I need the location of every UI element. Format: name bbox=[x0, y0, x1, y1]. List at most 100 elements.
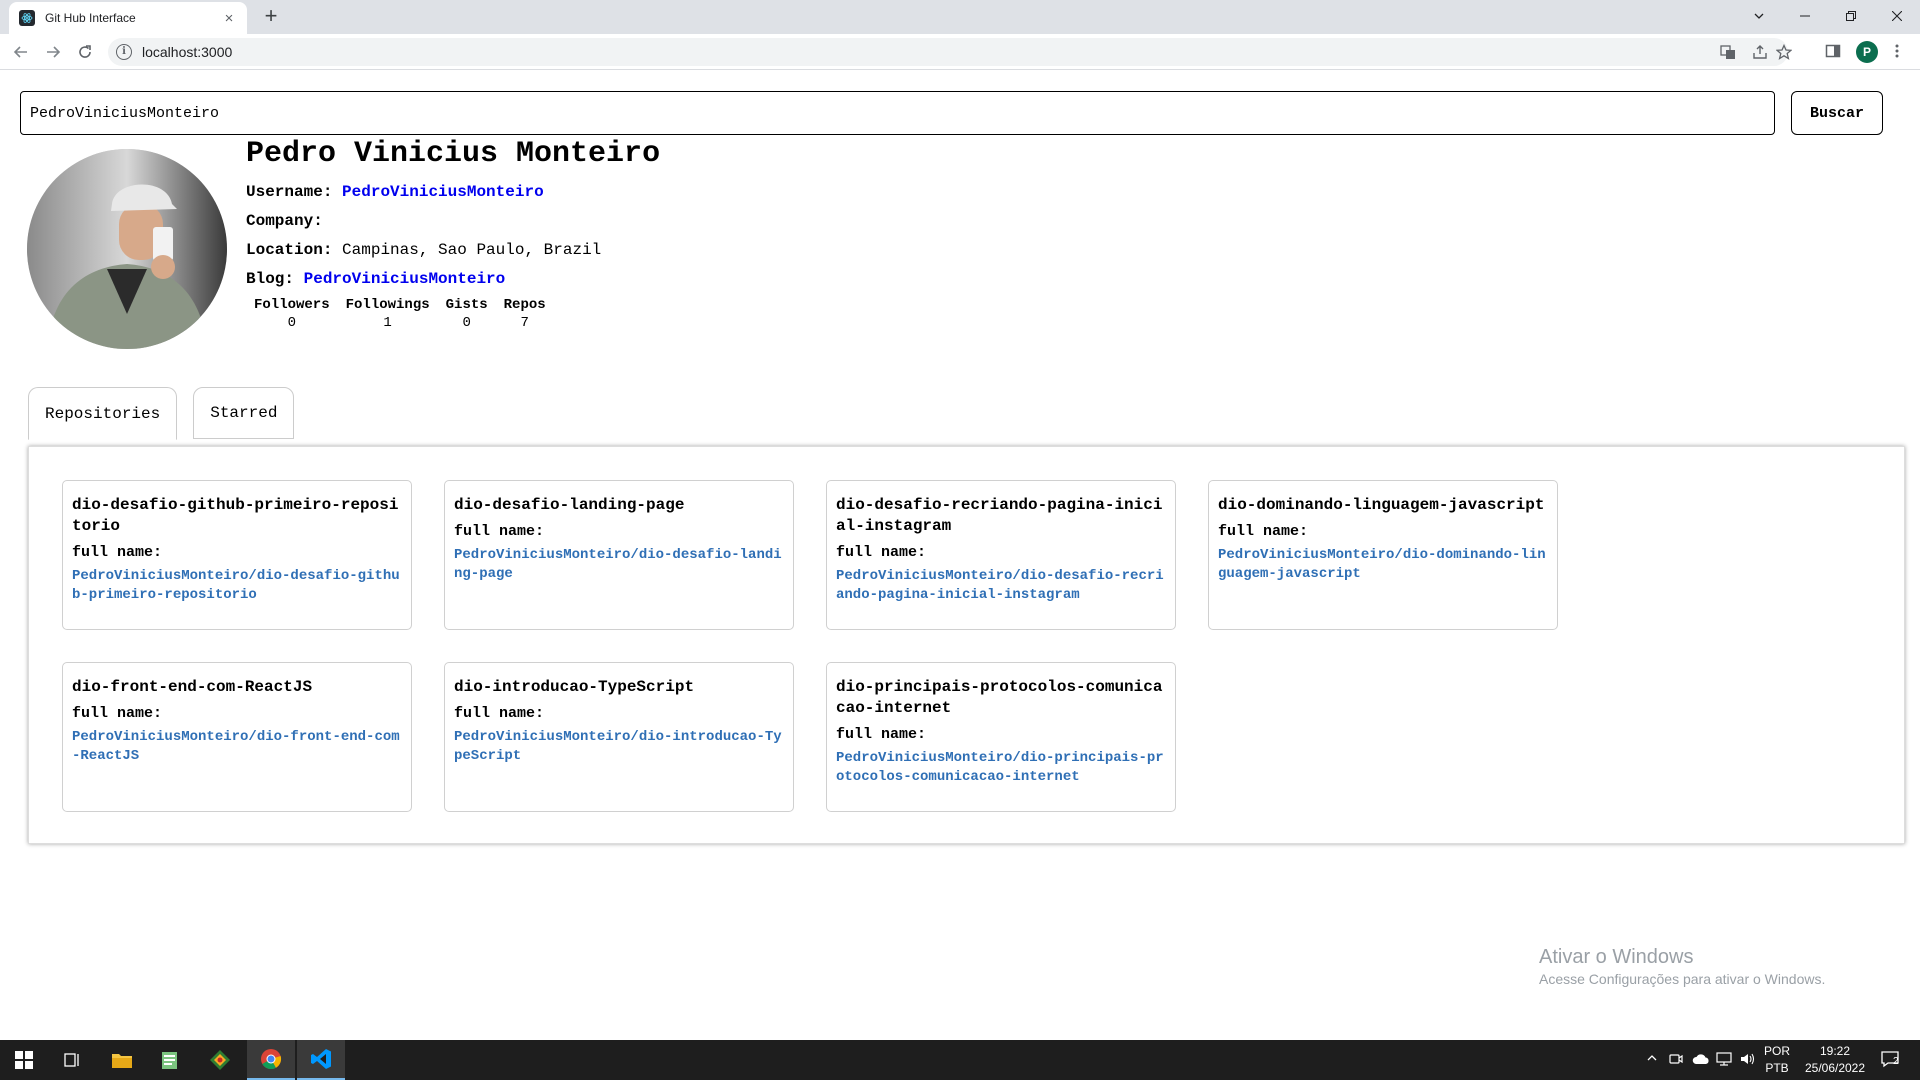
location-label: Location: bbox=[246, 241, 333, 259]
windows-taskbar: POR PTB 19:22 25/06/2022 2 bbox=[0, 1040, 1920, 1080]
blog-row: Blog: PedroViniciusMonteiro bbox=[246, 270, 505, 288]
address-bar[interactable]: i localhost:3000 bbox=[108, 38, 1793, 66]
repo-card[interactable]: dio-front-end-com-ReactJS full name: Ped… bbox=[62, 662, 412, 812]
git-kraken-icon[interactable] bbox=[196, 1040, 244, 1080]
repo-name: dio-front-end-com-ReactJS bbox=[72, 678, 313, 696]
repo-name: dio-introducao-TypeScript bbox=[454, 678, 695, 696]
stat-label: Gists bbox=[445, 297, 488, 313]
search-button[interactable]: Buscar bbox=[1791, 91, 1883, 135]
full-name-label: full name: bbox=[1218, 523, 1309, 540]
stat-value: 0 bbox=[287, 315, 297, 331]
volume-icon[interactable] bbox=[1740, 1052, 1756, 1069]
content-tabs: Repositories Starred bbox=[28, 387, 310, 440]
avatar bbox=[27, 149, 227, 349]
repo-name: dio-desafio-github-primeiro-repositorio bbox=[72, 496, 399, 535]
clock-time: 19:22 bbox=[1819, 1044, 1851, 1058]
tray-chevron-icon[interactable] bbox=[1646, 1052, 1658, 1067]
stat-gists: Gists 0 bbox=[446, 297, 488, 331]
repo-full-name-link[interactable]: PedroViniciusMonteiro/dio-desafio-recria… bbox=[836, 567, 1166, 605]
url-text: localhost:3000 bbox=[142, 44, 233, 60]
full-name-label: full name: bbox=[454, 523, 545, 540]
full-name-label: full name: bbox=[836, 544, 927, 561]
tab-starred[interactable]: Starred bbox=[193, 387, 295, 439]
reload-icon[interactable] bbox=[72, 39, 98, 65]
blog-label: Blog: bbox=[246, 270, 295, 288]
new-tab-button[interactable]: + bbox=[259, 5, 283, 29]
repo-full-name-link[interactable]: PedroViniciusMonteiro/dio-desafio-landin… bbox=[454, 546, 784, 584]
watermark-title: Ativar o Windows bbox=[1539, 946, 1694, 968]
tab-search-chevron-icon[interactable] bbox=[1736, 0, 1782, 32]
stat-label: Followers bbox=[254, 297, 330, 313]
repo-card[interactable]: dio-desafio-github-primeiro-repositorio … bbox=[62, 480, 412, 630]
repo-card[interactable]: dio-principais-protocolos-comunicacao-in… bbox=[826, 662, 1176, 812]
repositories-panel: dio-desafio-github-primeiro-repositorio … bbox=[28, 446, 1905, 844]
share-icon[interactable] bbox=[1751, 44, 1769, 62]
stat-value: 0 bbox=[462, 315, 471, 331]
watermark-subtitle: Acesse Configurações para ativar o Windo… bbox=[1539, 971, 1826, 987]
close-window-icon[interactable] bbox=[1874, 0, 1920, 32]
repo-full-name-link[interactable]: PedroViniciusMonteiro/dio-dominando-ling… bbox=[1218, 546, 1548, 584]
username-link[interactable]: PedroViniciusMonteiro bbox=[342, 183, 544, 201]
repo-full-name-link[interactable]: PedroViniciusMonteiro/dio-introducao-Typ… bbox=[454, 728, 784, 766]
onedrive-cloud-icon[interactable] bbox=[1692, 1052, 1710, 1069]
stat-label: Repos bbox=[503, 297, 546, 313]
task-view-icon[interactable] bbox=[48, 1040, 96, 1080]
user-full-name: Pedro Vinicius Monteiro bbox=[246, 137, 661, 171]
network-icon[interactable] bbox=[1716, 1052, 1732, 1069]
tab-repositories[interactable]: Repositories bbox=[28, 387, 178, 440]
repo-name: dio-desafio-landing-page bbox=[454, 496, 685, 514]
notepad-icon[interactable] bbox=[146, 1040, 194, 1080]
forward-arrow-icon[interactable] bbox=[40, 39, 66, 65]
profile-stats: Followers 0 Followings 1 Gists 0 Repos 7 bbox=[246, 297, 562, 331]
profile-avatar[interactable]: P bbox=[1856, 41, 1878, 63]
windows-start-icon[interactable] bbox=[0, 1040, 48, 1080]
repo-full-name-link[interactable]: PedroViniciusMonteiro/dio-front-end-com-… bbox=[72, 728, 402, 766]
bookmark-star-icon[interactable] bbox=[1775, 43, 1793, 62]
chrome-icon[interactable] bbox=[247, 1040, 295, 1080]
react-favicon-icon bbox=[19, 10, 35, 26]
browser-tab-strip: Git Hub Interface × + bbox=[0, 0, 1920, 34]
keyboard-layout: PTB bbox=[1765, 1061, 1789, 1075]
clock-date: 25/06/2022 bbox=[1804, 1061, 1866, 1075]
full-name-label: full name: bbox=[454, 705, 545, 722]
repo-card[interactable]: dio-introducao-TypeScript full name: Ped… bbox=[444, 662, 794, 812]
repo-card[interactable]: dio-desafio-recriando-pagina-inicial-ins… bbox=[826, 480, 1176, 630]
stat-followers: Followers 0 bbox=[254, 297, 330, 331]
minimize-icon[interactable] bbox=[1782, 0, 1828, 32]
system-clock[interactable]: 19:22 25/06/2022 bbox=[1800, 1043, 1870, 1077]
repo-name: dio-dominando-linguagem-javascript bbox=[1218, 496, 1545, 514]
company-label: Company: bbox=[246, 212, 323, 230]
meet-now-icon[interactable] bbox=[1669, 1052, 1683, 1069]
browser-tab[interactable]: Git Hub Interface × bbox=[9, 2, 247, 34]
stat-label: Followings bbox=[345, 297, 430, 313]
location-value: Campinas, Sao Paulo, Brazil bbox=[342, 241, 602, 259]
translate-icon[interactable] bbox=[1719, 44, 1737, 62]
search-input[interactable] bbox=[20, 91, 1775, 135]
vscode-icon[interactable] bbox=[297, 1040, 345, 1080]
notification-count: 2 bbox=[1893, 1056, 1899, 1067]
side-panel-icon[interactable] bbox=[1824, 43, 1842, 61]
stat-repos: Repos 7 bbox=[504, 297, 546, 331]
restore-icon[interactable] bbox=[1828, 0, 1874, 32]
site-info-icon[interactable]: i bbox=[116, 44, 132, 60]
notification-center-icon[interactable]: 2 bbox=[1880, 1050, 1900, 1071]
windows-activation-watermark: Ativar o Windows Acesse Configurações pa… bbox=[1539, 946, 1825, 987]
repo-card[interactable]: dio-dominando-linguagem-javascript full … bbox=[1208, 480, 1558, 630]
tab-title: Git Hub Interface bbox=[45, 11, 136, 25]
repo-name: dio-principais-protocolos-comunicacao-in… bbox=[836, 678, 1163, 717]
repo-card[interactable]: dio-desafio-landing-page full name: Pedr… bbox=[444, 480, 794, 630]
input-language[interactable]: POR PTB bbox=[1764, 1043, 1790, 1077]
company-row: Company: bbox=[246, 212, 323, 230]
blog-link[interactable]: PedroViniciusMonteiro bbox=[304, 270, 506, 288]
back-arrow-icon[interactable] bbox=[8, 39, 34, 65]
stat-value: 7 bbox=[520, 315, 529, 331]
stat-followings: Followings 1 bbox=[346, 297, 430, 331]
repo-full-name-link[interactable]: PedroViniciusMonteiro/dio-principais-pro… bbox=[836, 749, 1166, 787]
stat-value: 1 bbox=[383, 315, 392, 331]
repo-full-name-link[interactable]: PedroViniciusMonteiro/dio-desafio-github… bbox=[72, 567, 402, 605]
username-row: Username: PedroViniciusMonteiro bbox=[246, 183, 544, 201]
more-menu-icon[interactable] bbox=[1888, 43, 1906, 61]
file-explorer-icon[interactable] bbox=[98, 1040, 146, 1080]
tab-close-icon[interactable]: × bbox=[221, 10, 237, 27]
location-row: Location: Campinas, Sao Paulo, Brazil bbox=[246, 241, 601, 259]
